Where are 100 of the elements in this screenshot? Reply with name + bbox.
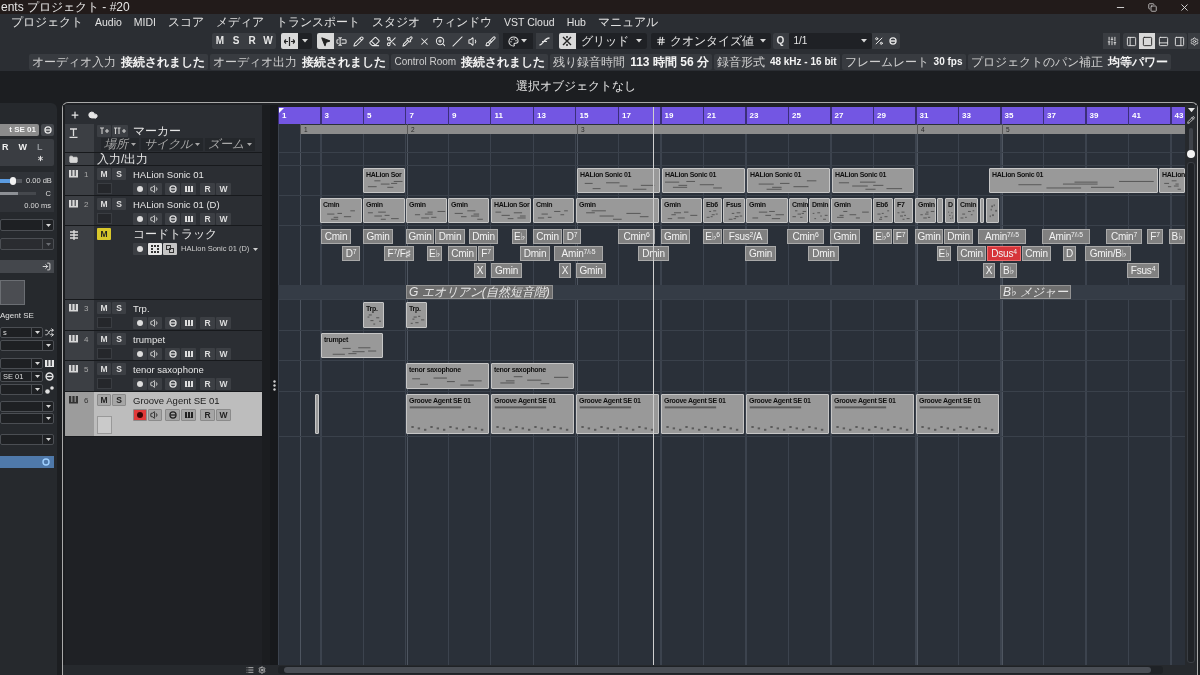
zone-toggle-button[interactable] — [1171, 33, 1187, 49]
dropdown-field[interactable] — [0, 358, 43, 369]
solo-button[interactable]: S — [112, 333, 126, 345]
track-header[interactable]: 5 M S tenor saxophone R W — [65, 361, 262, 392]
dropdown-field[interactable] — [0, 340, 54, 351]
instrument-button[interactable] — [181, 213, 196, 225]
chord-event[interactable]: D — [1063, 246, 1076, 261]
chord-event[interactable]: X — [474, 263, 486, 278]
edit-button[interactable] — [165, 348, 180, 360]
chord-event[interactable]: Fsus$^{2}$/A — [723, 229, 768, 244]
mute-button[interactable]: M — [97, 394, 111, 406]
read-button[interactable]: R — [200, 317, 215, 329]
close-icon[interactable] — [1178, 1, 1190, 13]
menu-item[interactable]: メディア — [210, 14, 271, 30]
chord-event[interactable]: Amin$^{7/♭5}$ — [554, 246, 603, 261]
mute-button[interactable]: M — [97, 198, 111, 210]
solo-button[interactable]: S — [112, 168, 126, 180]
global-toggle-button[interactable]: R — [244, 33, 260, 49]
automation-toggle[interactable]: R — [2, 141, 9, 152]
resize-grip-icon[interactable] — [272, 379, 276, 391]
chord-event[interactable]: Gmin — [491, 263, 522, 278]
solo-button[interactable]: S — [112, 302, 126, 314]
color-tool-button[interactable] — [502, 33, 533, 49]
menu-item[interactable]: スコア — [162, 14, 211, 30]
tool-button[interactable] — [317, 33, 334, 49]
monitor-button[interactable] — [148, 213, 162, 225]
chord-event[interactable]: D$^{7}$ — [563, 229, 581, 244]
chord-event[interactable]: Dmin — [944, 229, 973, 244]
instrument-button[interactable] — [181, 317, 196, 329]
menu-item[interactable]: Hub — [560, 14, 592, 30]
edit-button[interactable] — [41, 124, 54, 136]
edit-button[interactable] — [165, 409, 180, 421]
track-header[interactable]: 6 M S Groove Agent SE 01 R W — [65, 392, 262, 437]
dropdown-field[interactable] — [0, 413, 54, 424]
monitor-button[interactable] — [148, 378, 162, 390]
mixer-button[interactable] — [1103, 33, 1120, 49]
menu-item[interactable]: プロジェクト — [5, 14, 89, 30]
record-button[interactable] — [133, 348, 147, 360]
midi-part[interactable] — [986, 198, 999, 223]
chord-event[interactable]: Cmin$^{7}$ — [1106, 229, 1142, 244]
record-button[interactable] — [133, 409, 147, 421]
tool-button[interactable] — [482, 33, 499, 49]
pencil-icon[interactable] — [1187, 116, 1195, 125]
chord-event[interactable]: Dmin — [435, 229, 465, 244]
mute-button[interactable]: M — [97, 228, 111, 240]
voicing-button[interactable] — [148, 243, 162, 255]
instrument-button[interactable] — [181, 409, 196, 421]
chord-event[interactable]: F$^{7}$ — [1147, 229, 1163, 244]
dropdown-field[interactable] — [0, 434, 54, 445]
chord-event[interactable]: E♭ — [512, 229, 527, 244]
chord-event[interactable]: Amin$^{7/♭5}$ — [978, 229, 1026, 244]
chord-event[interactable]: F$^{7}$ — [893, 229, 908, 244]
chord-event[interactable]: Gmin — [363, 229, 393, 244]
menu-item[interactable]: トランスポート — [270, 14, 367, 30]
monitor-button[interactable] — [148, 348, 162, 360]
chord-event[interactable]: B♭ — [1000, 263, 1017, 278]
record-button[interactable] — [133, 243, 147, 255]
track-header[interactable]: 1 M S HALion Sonic 01 R W — [65, 166, 262, 196]
chord-event[interactable]: Cmin — [448, 246, 477, 261]
menu-item[interactable]: マニュアル — [591, 14, 664, 30]
horizontal-scrollbar[interactable] — [278, 666, 1163, 674]
instrument-button[interactable] — [181, 183, 196, 195]
chord-event[interactable]: Dmin — [808, 246, 839, 261]
automation-toggle[interactable]: W — [18, 141, 27, 152]
scale-event[interactable]: B♭ メジャー — [1000, 285, 1071, 299]
dropdown-field[interactable] — [0, 384, 43, 395]
mute-button[interactable]: M — [97, 168, 111, 180]
chord-event[interactable]: Gmin/B♭ — [1085, 246, 1131, 261]
setup-button[interactable] — [1188, 33, 1200, 49]
section-bar[interactable] — [0, 456, 54, 468]
write-button[interactable]: W — [216, 409, 231, 421]
quantize-button[interactable]: Q — [772, 33, 789, 49]
chord-event[interactable]: Gmin — [661, 229, 690, 244]
instrument-button[interactable] — [181, 378, 196, 390]
global-toggle-button[interactable]: S — [228, 33, 244, 49]
chord-event[interactable]: E♭$^{6}$ — [703, 229, 722, 244]
slider-thumb[interactable] — [1187, 150, 1195, 158]
list-icon[interactable] — [246, 666, 254, 674]
marker-option-dropdown[interactable]: ズーム — [205, 138, 255, 151]
edit-button[interactable] — [165, 317, 180, 329]
chord-event[interactable]: F$^{7}$ — [478, 246, 494, 261]
mute-button[interactable]: M — [97, 333, 111, 345]
zone-toggle-button[interactable] — [1155, 33, 1171, 49]
record-button[interactable] — [133, 183, 147, 195]
global-toggle-button[interactable]: W — [260, 33, 276, 49]
marker-option-dropdown[interactable]: 場所 — [101, 138, 139, 151]
read-button[interactable]: R — [200, 348, 215, 360]
chord-event[interactable]: Dsus$^{4}$ — [987, 246, 1021, 261]
chord-event[interactable]: E♭$^{6}$ — [873, 229, 892, 244]
restore-icon[interactable] — [1147, 2, 1157, 12]
chord-event[interactable]: Cmin$^{6}$ — [787, 229, 824, 244]
snap-button[interactable] — [558, 33, 576, 49]
zone-toggle-button[interactable] — [1139, 33, 1155, 49]
autoscroll-menu-button[interactable] — [298, 33, 312, 49]
menu-item[interactable]: スタジオ — [366, 14, 427, 30]
track-header[interactable]: 3 M S Trp. R W — [65, 300, 262, 331]
menu-item[interactable]: Audio — [89, 14, 128, 30]
track-header[interactable]: 4 M S trumpet R W — [65, 331, 262, 361]
chord-event[interactable]: Gmin — [915, 229, 943, 244]
marker-option-dropdown[interactable]: サイクル — [141, 138, 203, 151]
